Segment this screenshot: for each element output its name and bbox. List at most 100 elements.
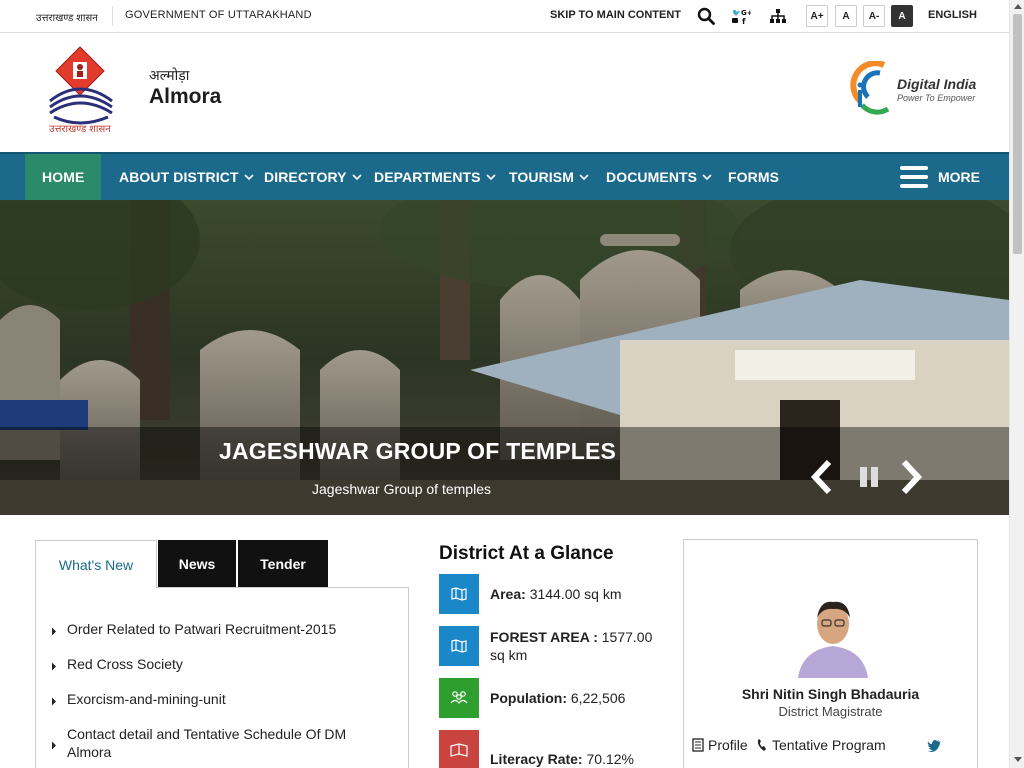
news-link[interactable]: Order Related to Patwari Recruitment-201…	[67, 620, 367, 638]
glance-row-population: Population: 6,22,506	[439, 678, 669, 718]
nav-directory[interactable]: DIRECTORY	[264, 154, 362, 200]
map-icon	[439, 626, 479, 666]
map-icon	[439, 574, 479, 614]
caret-right-icon	[52, 697, 56, 706]
section-title: District At a Glance	[439, 543, 614, 564]
profile-link-label: Profile	[708, 737, 748, 753]
nav-label: DIRECTORY	[264, 169, 347, 185]
nav-label: TOURISM	[509, 169, 574, 185]
nav-label: FORMS	[728, 169, 780, 185]
chevron-down-icon	[702, 174, 712, 181]
district-title-english[interactable]: Almora	[149, 85, 221, 109]
nav-departments[interactable]: DEPARTMENTS	[374, 154, 496, 200]
nav-documents[interactable]: DOCUMENTS	[606, 154, 712, 200]
digital-india-tagline: Power To Empower	[897, 93, 976, 103]
nav-tourism[interactable]: TOURISM	[509, 154, 589, 200]
caret-right-icon	[52, 627, 56, 636]
nav-label: ABOUT DISTRICT	[119, 169, 239, 185]
dm-profile-card: Shri Nitin Singh Bhadauria District Magi…	[683, 539, 978, 768]
list-item[interactable]: Red Cross Society	[51, 655, 367, 673]
glance-value: 3144.00 sq km	[529, 586, 622, 602]
list-item[interactable]: Exorcism-and-mining-unit	[51, 690, 367, 708]
caret-right-icon	[52, 741, 56, 750]
pause-slide-icon[interactable]	[852, 458, 886, 496]
scroll-down-arrow-icon[interactable]	[1014, 757, 1022, 762]
gov-hindi-label: उत्तराखण्ड शासन	[36, 13, 98, 24]
emblem-caption: उत्तराखण्ड शासन	[49, 124, 111, 135]
sitemap-icon[interactable]	[767, 5, 789, 27]
skip-to-content-link[interactable]: SKIP TO MAIN CONTENT	[550, 9, 681, 21]
profile-link[interactable]: Profile	[692, 737, 748, 753]
phone-icon	[757, 739, 766, 751]
gov-english-label: GOVERNMENT OF UTTARAKHAND	[125, 9, 312, 21]
avatar	[790, 594, 876, 678]
previous-slide-icon[interactable]	[805, 458, 839, 496]
font-normal-button[interactable]: A	[835, 5, 857, 27]
scroll-thumb[interactable]	[1013, 14, 1022, 254]
glance-label: Population:	[490, 690, 567, 706]
more-label: MORE	[938, 169, 980, 185]
social-media-icon[interactable]: 🐦 G+ f	[730, 5, 752, 27]
glance-text: Area: 3144.00 sq km	[490, 585, 622, 603]
glance-label: FOREST AREA :	[490, 629, 598, 645]
chevron-down-icon	[486, 174, 496, 181]
more-menu-button[interactable]: MORE	[900, 154, 980, 200]
caret-right-icon	[52, 662, 56, 671]
glance-text: Literacy Rate: 70.12%	[490, 750, 634, 768]
tab-whats-new[interactable]: What's New	[35, 540, 157, 588]
nav-label: DEPARTMENTS	[374, 169, 481, 185]
nav-forms[interactable]: FORMS	[728, 154, 779, 200]
chevron-down-icon	[244, 174, 254, 181]
search-icon[interactable]	[695, 5, 717, 27]
news-link[interactable]: Exorcism-and-mining-unit	[67, 690, 367, 708]
site-header: उत्तराखण्ड शासन अल्मोड़ा Almora Digital …	[0, 33, 1009, 152]
glance-label: Area:	[490, 586, 526, 602]
tab-tender[interactable]: Tender	[238, 540, 328, 588]
next-slide-icon[interactable]	[894, 458, 928, 496]
glance-row-literacy: Literacy Rate: 70.12%	[439, 730, 669, 768]
main-navigation: HOME ABOUT DISTRICT DIRECTORY DEPARTMENT…	[0, 152, 1009, 200]
digital-india-logo[interactable]: Digital India Power To Empower	[850, 61, 982, 117]
glance-label: Literacy Rate:	[490, 751, 583, 767]
top-utility-bar: उत्तराखण्ड शासन GOVERNMENT OF UTTARAKHAN…	[0, 0, 1009, 33]
scroll-up-arrow-icon[interactable]	[1014, 4, 1022, 9]
language-selector[interactable]: ENGLISH	[928, 9, 977, 21]
slide-title: JAGESHWAR GROUP OF TEMPLES	[219, 438, 617, 464]
tab-panel-whats-new: Order Related to Patwari Recruitment-201…	[35, 587, 409, 768]
news-link[interactable]: Contact detail and Tentative Schedule Of…	[67, 725, 367, 761]
twitter-icon[interactable]	[927, 739, 942, 757]
tentative-program-link[interactable]: Tentative Program	[756, 737, 886, 753]
svg-text:G+: G+	[741, 9, 751, 17]
profile-role: District Magistrate	[778, 704, 883, 719]
tab-news[interactable]: News	[158, 540, 236, 588]
tentative-program-label: Tentative Program	[772, 737, 886, 753]
glance-row-forest: FOREST AREA : 1577.00 sq km	[439, 626, 669, 666]
nav-label: DOCUMENTS	[606, 169, 698, 185]
glance-value: 6,22,506	[570, 690, 626, 706]
slide-subtitle: Jageshwar Group of temples	[312, 481, 491, 497]
svg-text:f: f	[742, 17, 746, 25]
list-item[interactable]: Contact detail and Tentative Schedule Of…	[51, 725, 367, 761]
hamburger-icon	[900, 166, 928, 188]
high-contrast-button[interactable]: A	[891, 5, 913, 27]
news-link[interactable]: Red Cross Society	[67, 655, 367, 673]
glance-row-area: Area: 3144.00 sq km	[439, 574, 669, 614]
glance-value: 70.12%	[586, 751, 634, 767]
list-item[interactable]: Order Related to Patwari Recruitment-201…	[51, 620, 367, 638]
nav-home[interactable]: HOME	[25, 154, 102, 200]
font-increase-button[interactable]: A+	[806, 5, 828, 27]
chevron-down-icon	[352, 174, 362, 181]
page-scrollbar[interactable]	[1009, 0, 1024, 768]
hero-slider: JAGESHWAR GROUP OF TEMPLES Jageshwar Gro…	[0, 200, 1009, 515]
glance-text: FOREST AREA : 1577.00 sq km	[490, 628, 658, 664]
nav-about-district[interactable]: ABOUT DISTRICT	[119, 154, 254, 200]
book-icon	[439, 730, 479, 768]
district-title-hindi: अल्मोड़ा	[149, 67, 190, 83]
divider	[112, 6, 113, 26]
people-icon	[439, 678, 479, 718]
news-tabs: What's New News Tender Order Related to …	[35, 540, 410, 768]
nav-label: HOME	[42, 169, 85, 185]
font-decrease-button[interactable]: A-	[863, 5, 885, 27]
glance-text: Population: 6,22,506	[490, 689, 625, 707]
chevron-down-icon	[579, 174, 589, 181]
